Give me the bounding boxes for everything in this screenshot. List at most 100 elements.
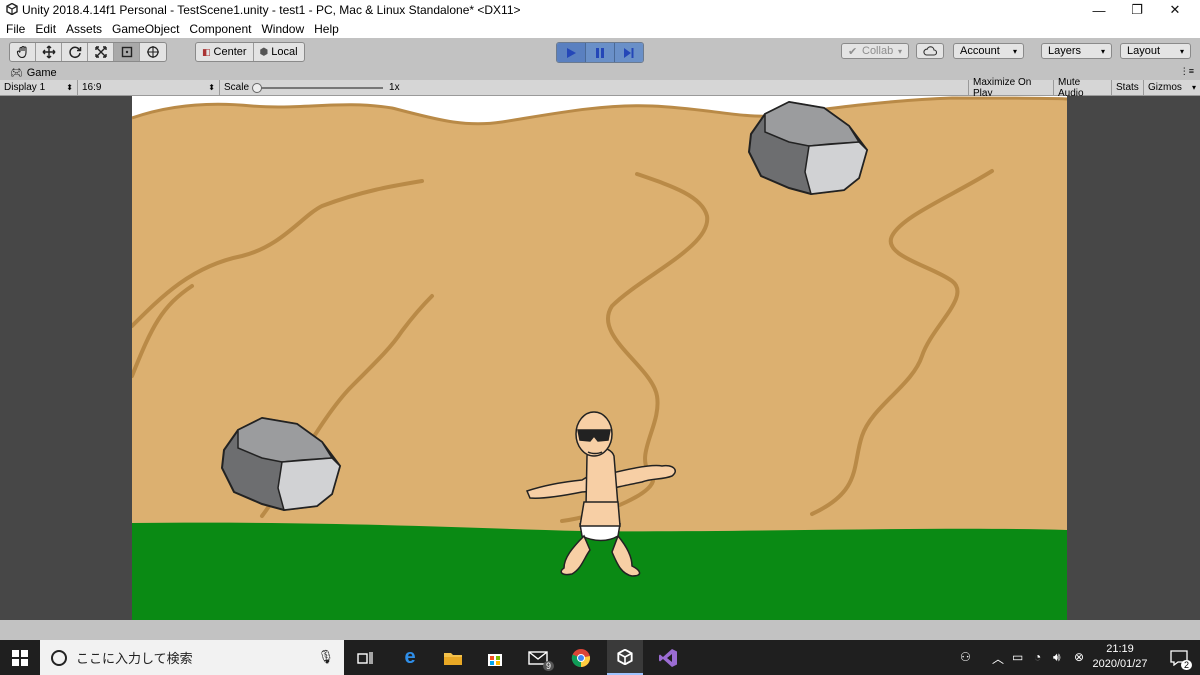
task-view-button[interactable]: [347, 640, 383, 675]
pivot-local-button[interactable]: ⬢ Local: [254, 43, 304, 61]
tab-game[interactable]: 🎮︎ Game: [4, 66, 63, 80]
scale-slider[interactable]: [252, 82, 384, 93]
taskbar-store[interactable]: [477, 640, 513, 675]
chevron-up-icon[interactable]: ︿: [992, 650, 1004, 667]
menu-bar: File Edit Assets GameObject Component Window H…: [0, 20, 1200, 38]
game-view-controls: Display 1 ⬍ 16:9 ⬍ Scale 1x Maximize On Pl…: [0, 77, 1200, 99]
move-tool-button[interactable]: [36, 43, 62, 61]
local-icon: ⬢: [259, 46, 269, 58]
taskbar-explorer[interactable]: [435, 640, 471, 675]
layout-dropdown[interactable]: Layout ▾: [1120, 43, 1191, 59]
unity-logo-icon: [617, 648, 633, 665]
taskbar-mail[interactable]: 9: [520, 640, 556, 675]
start-button[interactable]: [2, 640, 38, 675]
battery-icon[interactable]: ▭: [1012, 650, 1023, 664]
pivot-icon: ◧: [202, 46, 211, 57]
status-bar: [0, 620, 1200, 640]
hand-tool-button[interactable]: [10, 43, 36, 61]
windows-logo-icon: [12, 649, 28, 666]
taskbar-chrome[interactable]: [563, 640, 599, 675]
playback-controls: [556, 42, 644, 63]
aspect-dropdown[interactable]: 16:9 ⬍: [78, 80, 220, 95]
chrome-icon: [571, 648, 591, 667]
move-icon: [42, 45, 55, 59]
gizmos-dropdown[interactable]: Gizmos ▾: [1144, 80, 1200, 95]
taskbar-visual-studio[interactable]: [650, 640, 686, 675]
account-dropdown[interactable]: Account ▾: [953, 43, 1024, 59]
wifi-icon[interactable]: ◔: [1034, 650, 1041, 664]
maximize-on-play-toggle[interactable]: Maximize On Play: [968, 77, 1054, 99]
transform-icon: [147, 46, 159, 58]
display-dropdown[interactable]: Display 1 ⬍: [0, 80, 78, 95]
scale-icon: [94, 46, 107, 58]
taskbar-clock[interactable]: 21:19 2020/01/27: [1092, 642, 1148, 672]
clock-date: 2020/01/27: [1092, 658, 1148, 670]
unity-logo-icon: [6, 3, 18, 15]
updown-icon: ⬍: [208, 83, 215, 92]
menu-assets[interactable]: Assets: [60, 20, 106, 36]
menu-edit[interactable]: Edit: [29, 20, 60, 36]
play-icon: [567, 47, 576, 58]
chevron-down-icon: ▾: [1012, 46, 1017, 56]
chevron-down-icon: ▾: [1179, 46, 1184, 56]
edge-icon: e: [404, 646, 416, 668]
scale-slider-thumb[interactable]: [252, 82, 263, 93]
clock-time: 21:19: [1106, 643, 1134, 655]
store-icon: [488, 653, 502, 666]
close-circle-icon[interactable]: ⊗: [1074, 650, 1084, 664]
tab-menu-icon[interactable]: ⋮≡: [1180, 66, 1194, 77]
cloud-button[interactable]: [916, 43, 944, 59]
chevron-down-icon: ▾: [1191, 83, 1196, 92]
scale-slider-track: [253, 86, 384, 89]
pivot-center-button[interactable]: ◧ Center: [196, 43, 254, 61]
scale-tool-button[interactable]: [88, 43, 114, 61]
pause-button[interactable]: [586, 43, 615, 62]
mail-badge: 9: [542, 661, 554, 671]
rotate-icon: [68, 46, 81, 59]
microphone-icon: 🎙︎: [317, 649, 334, 664]
chevron-down-icon: ▾: [897, 46, 902, 56]
pivot-toggle: ◧ Center ⬢ Local: [195, 42, 305, 62]
cortana-icon: [51, 649, 67, 666]
menu-file[interactable]: File: [0, 20, 29, 36]
windows-taskbar: ここに入力して検索 🎙︎ e 9 ⚇ ︿ ▭ ◔ 🔊︎ ⊗ 21:19 2020…: [0, 640, 1200, 675]
taskbar-edge[interactable]: e: [392, 640, 428, 675]
game-view[interactable]: [132, 96, 1067, 620]
mute-audio-toggle[interactable]: Mute Audio: [1054, 77, 1112, 99]
scale-control: Scale 1x: [224, 82, 400, 93]
chevron-down-icon: ▾: [1100, 46, 1105, 56]
menu-component[interactable]: Component: [183, 20, 255, 36]
transform-tools: [9, 42, 167, 62]
check-icon: ✔: [848, 45, 858, 58]
main-toolbar: ◧ Center ⬢ Local ✔ Collab ▾ Account ▾ Layers ▾…: [0, 38, 1200, 66]
taskbar-unity[interactable]: [607, 640, 643, 675]
step-icon: [624, 47, 634, 58]
pause-icon: [596, 47, 604, 58]
play-button[interactable]: [557, 43, 586, 62]
rotate-tool-button[interactable]: [62, 43, 88, 61]
stats-toggle[interactable]: Stats: [1112, 80, 1144, 95]
menu-help[interactable]: Help: [308, 20, 343, 36]
notification-badge: 2: [1180, 660, 1192, 670]
window-title-bar: Unity 2018.4.14f1 Personal - TestScene1.…: [0, 0, 1200, 20]
menu-window[interactable]: Window: [255, 20, 308, 36]
updown-icon: ⬍: [66, 83, 73, 92]
rect-tool-button[interactable]: [114, 43, 140, 61]
close-button[interactable]: ✕: [1152, 0, 1198, 20]
action-center-button[interactable]: 2: [1160, 640, 1198, 675]
window-title: Unity 2018.4.14f1 Personal - TestScene1.…: [22, 3, 521, 17]
task-view-icon: [357, 651, 373, 664]
search-placeholder: ここに入力して検索: [76, 651, 193, 666]
collab-dropdown[interactable]: ✔ Collab ▾: [841, 43, 909, 59]
cloud-icon: [923, 46, 937, 56]
taskbar-search[interactable]: ここに入力して検索 🎙︎: [40, 640, 344, 675]
visual-studio-icon: [659, 648, 677, 667]
rect-icon: [121, 46, 132, 58]
transform-tool-button[interactable]: [140, 43, 166, 61]
volume-icon[interactable]: 🔊︎: [1053, 650, 1061, 665]
layers-dropdown[interactable]: Layers ▾: [1041, 43, 1112, 59]
step-button[interactable]: [615, 43, 643, 62]
people-icon[interactable]: ⚇: [960, 650, 971, 664]
menu-gameobject[interactable]: GameObject: [106, 20, 183, 36]
folder-icon: [444, 652, 462, 665]
